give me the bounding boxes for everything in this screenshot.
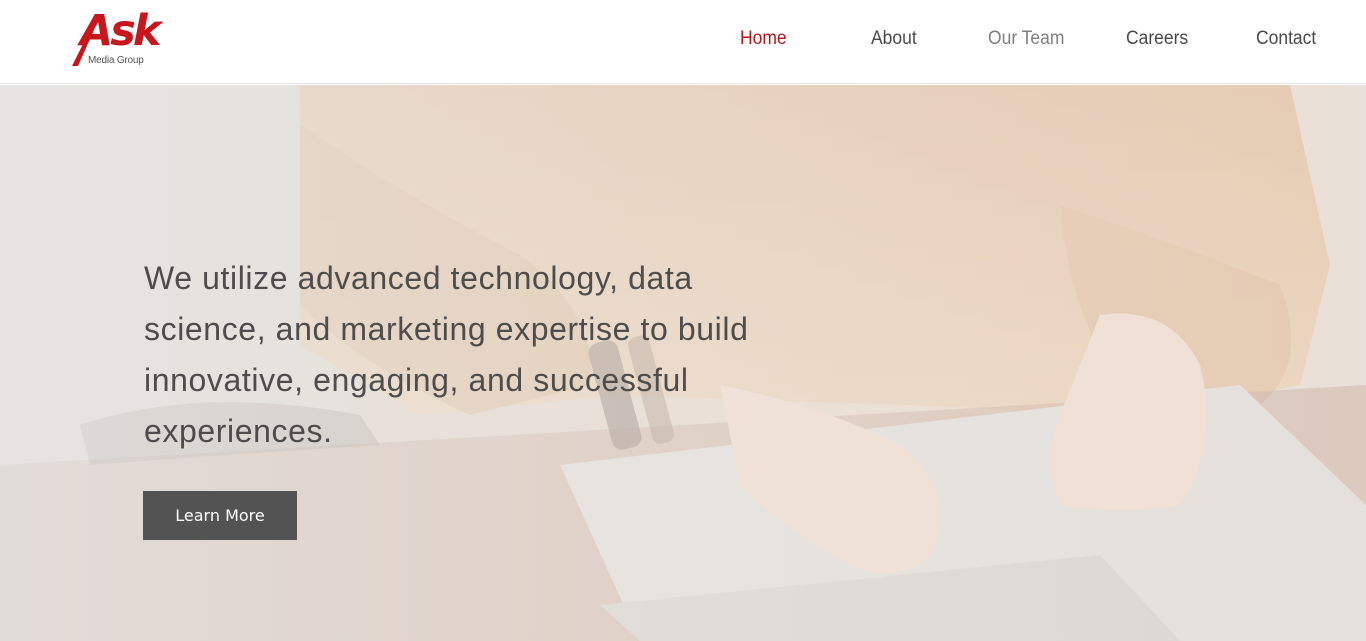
site-header: Ask Media Group Home About Our Team Care… — [0, 0, 1366, 84]
hero-headline: We utilize advanced technology, data sci… — [144, 260, 749, 449]
nav-item-home[interactable]: Home — [740, 28, 787, 54]
nav-item-our-team[interactable]: Our Team — [988, 28, 1064, 54]
ask-media-group-logo[interactable]: Ask Media Group — [70, 6, 162, 70]
learn-more-button[interactable]: Learn More — [143, 491, 297, 540]
nav-item-contact[interactable]: Contact — [1256, 28, 1316, 54]
nav-item-careers[interactable]: Careers — [1126, 28, 1188, 54]
nav-item-about[interactable]: About — [871, 28, 917, 54]
logo-wordmark: Ask — [80, 6, 162, 56]
hero-section: We utilize advanced technology, data sci… — [0, 85, 1366, 641]
logo-subtitle: Media Group — [88, 55, 144, 66]
